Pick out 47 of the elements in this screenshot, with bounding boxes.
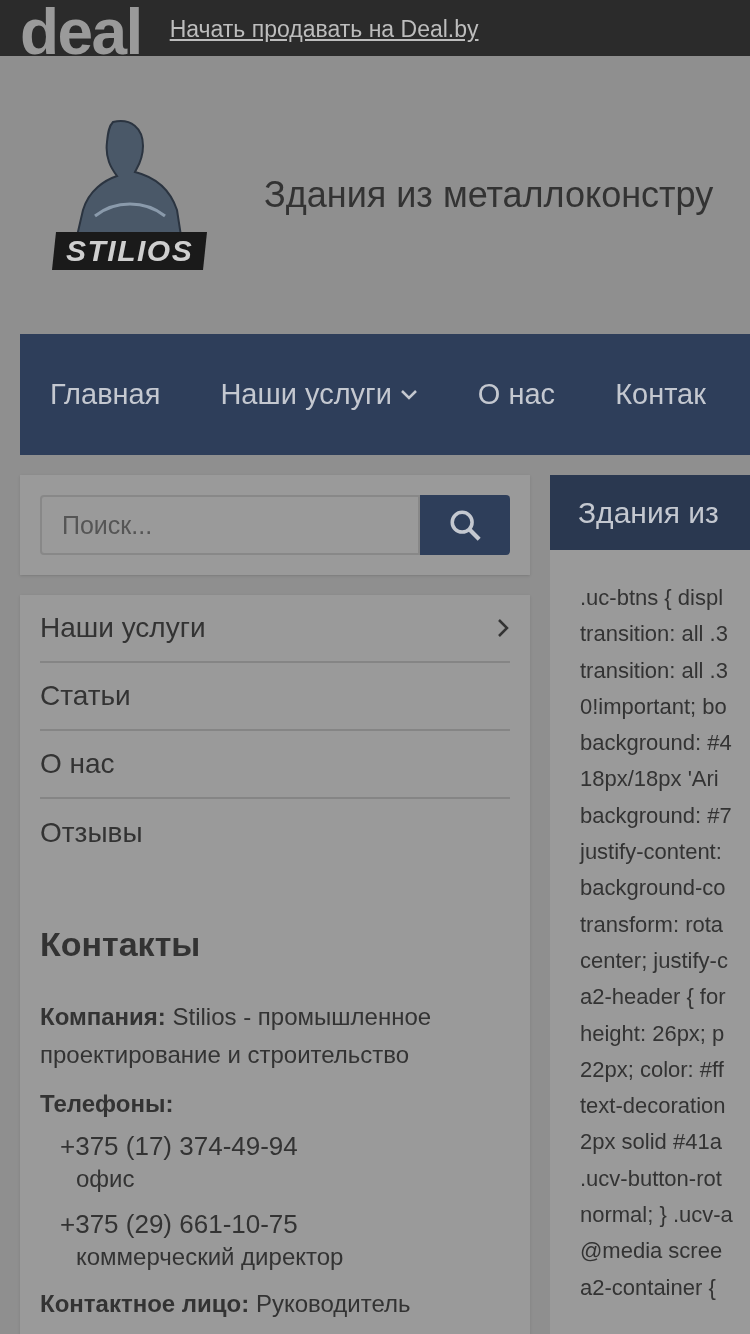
company-logo[interactable]: STILIOS — [44, 120, 216, 270]
code-line: 22px; color: #ff — [580, 1055, 725, 1084]
nav-link[interactable]: О нас — [477, 372, 556, 417]
start-selling-link[interactable]: Начать продавать на Deal.by — [169, 12, 479, 47]
content-title: Здания из — [578, 495, 719, 531]
site-logo[interactable]: deal — [20, 0, 142, 64]
code-line: transition: all .3 — [580, 656, 729, 685]
phone-number[interactable]: +375 (29) 661-10-75 — [60, 1208, 510, 1240]
logo-wordmark: STILIOS — [66, 236, 194, 266]
code-line: height: 26px; p — [580, 1019, 726, 1048]
chevron-right-icon — [496, 617, 510, 639]
code-line: 18px/18px 'Ari — [580, 765, 720, 794]
code-line: background: #7 — [580, 801, 733, 830]
contact-person: Контактное лицо: Руководитель — [40, 1289, 412, 1319]
company-info: Компания: Stilios - промышленное проектирование и строительство — [40, 1002, 433, 1070]
phone-note: офис — [76, 1164, 136, 1194]
phone-number[interactable]: +375 (17) 374-49-94 — [60, 1130, 510, 1162]
code-line: background-co — [580, 874, 727, 903]
site-title: Здания из металлоконстру — [264, 173, 714, 217]
code-line: normal; } .ucv-a — [580, 1201, 734, 1230]
search-icon — [448, 508, 482, 542]
nav-link[interactable]: Главная — [50, 372, 161, 417]
phone-note: коммерческий директор — [76, 1242, 345, 1272]
code-line: a2-container { — [580, 1273, 717, 1302]
code-line: 0!important; bo — [580, 692, 728, 721]
nav-link[interactable]: Наши услуги — [220, 372, 418, 417]
code-line: justify-content: — [580, 838, 723, 867]
code-line: transition: all .3 — [580, 620, 729, 649]
code-line: a2-header { for — [580, 983, 727, 1012]
nav-link[interactable]: Контак — [615, 372, 706, 417]
sidebar-menu-item[interactable]: Отзывы — [40, 799, 510, 867]
code-line: .uc-btns { displ — [580, 584, 725, 612]
code-line: transform: rota — [580, 910, 725, 939]
chevron-down-icon — [399, 388, 418, 401]
code-line: .ucv-button-rot — [580, 1164, 723, 1193]
sidebar-menu-item[interactable]: О нас — [40, 731, 510, 799]
phones-label: Телефоны: — [40, 1089, 175, 1119]
search-field[interactable]: Поиск... — [40, 495, 420, 555]
sidebar-menu-item[interactable]: Наши услуги — [40, 595, 510, 663]
code-line: 2px solid #41a — [580, 1128, 723, 1157]
code-line: background: #4 — [580, 729, 733, 758]
search-button[interactable] — [420, 495, 510, 555]
code-line: text-decoration — [580, 1092, 727, 1121]
sidebar-menu-item[interactable]: Статьи — [40, 663, 510, 731]
contacts-heading: Контакты — [40, 924, 202, 965]
code-line: @media scree — [580, 1237, 724, 1266]
code-line: center; justify-c — [580, 946, 729, 975]
